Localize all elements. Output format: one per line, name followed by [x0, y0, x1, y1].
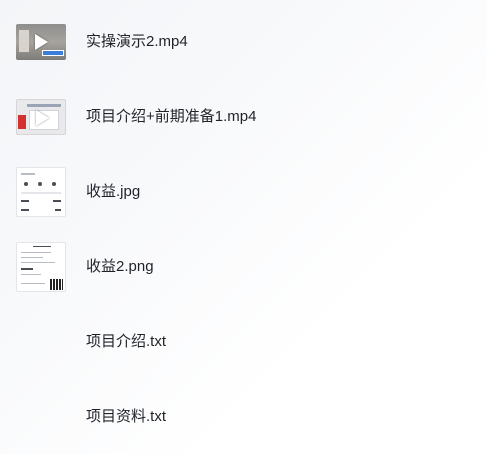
file-name: 收益.jpg [86, 183, 141, 200]
play-icon [36, 110, 49, 126]
file-name: 项目资料.txt [86, 408, 167, 425]
file-name: 项目介绍.txt [86, 333, 167, 350]
file-row-text-intro[interactable]: 项目介绍.txt [0, 312, 487, 372]
video-thumbnail-icon [16, 24, 66, 60]
image-thumbnail-icon [16, 167, 66, 217]
file-row-video-demo[interactable]: 实操演示2.mp4 [0, 12, 487, 72]
file-row-image-png[interactable]: 收益2.png [0, 237, 487, 297]
file-name: 项目介绍+前期准备1.mp4 [86, 108, 257, 125]
video-thumbnail-icon [16, 99, 66, 135]
file-name: 实操演示2.mp4 [86, 33, 188, 50]
play-icon [35, 34, 48, 50]
file-list: 实操演示2.mp4 项目介绍+前期准备1.mp4 收益.jpg 收益2.png … [0, 0, 487, 454]
file-row-text-materials[interactable]: 项目资料.txt [0, 387, 487, 447]
file-name: 收益2.png [86, 258, 154, 275]
image-thumbnail-icon [16, 242, 66, 292]
file-row-image-jpg[interactable]: 收益.jpg [0, 162, 487, 222]
file-row-video-intro[interactable]: 项目介绍+前期准备1.mp4 [0, 87, 487, 147]
